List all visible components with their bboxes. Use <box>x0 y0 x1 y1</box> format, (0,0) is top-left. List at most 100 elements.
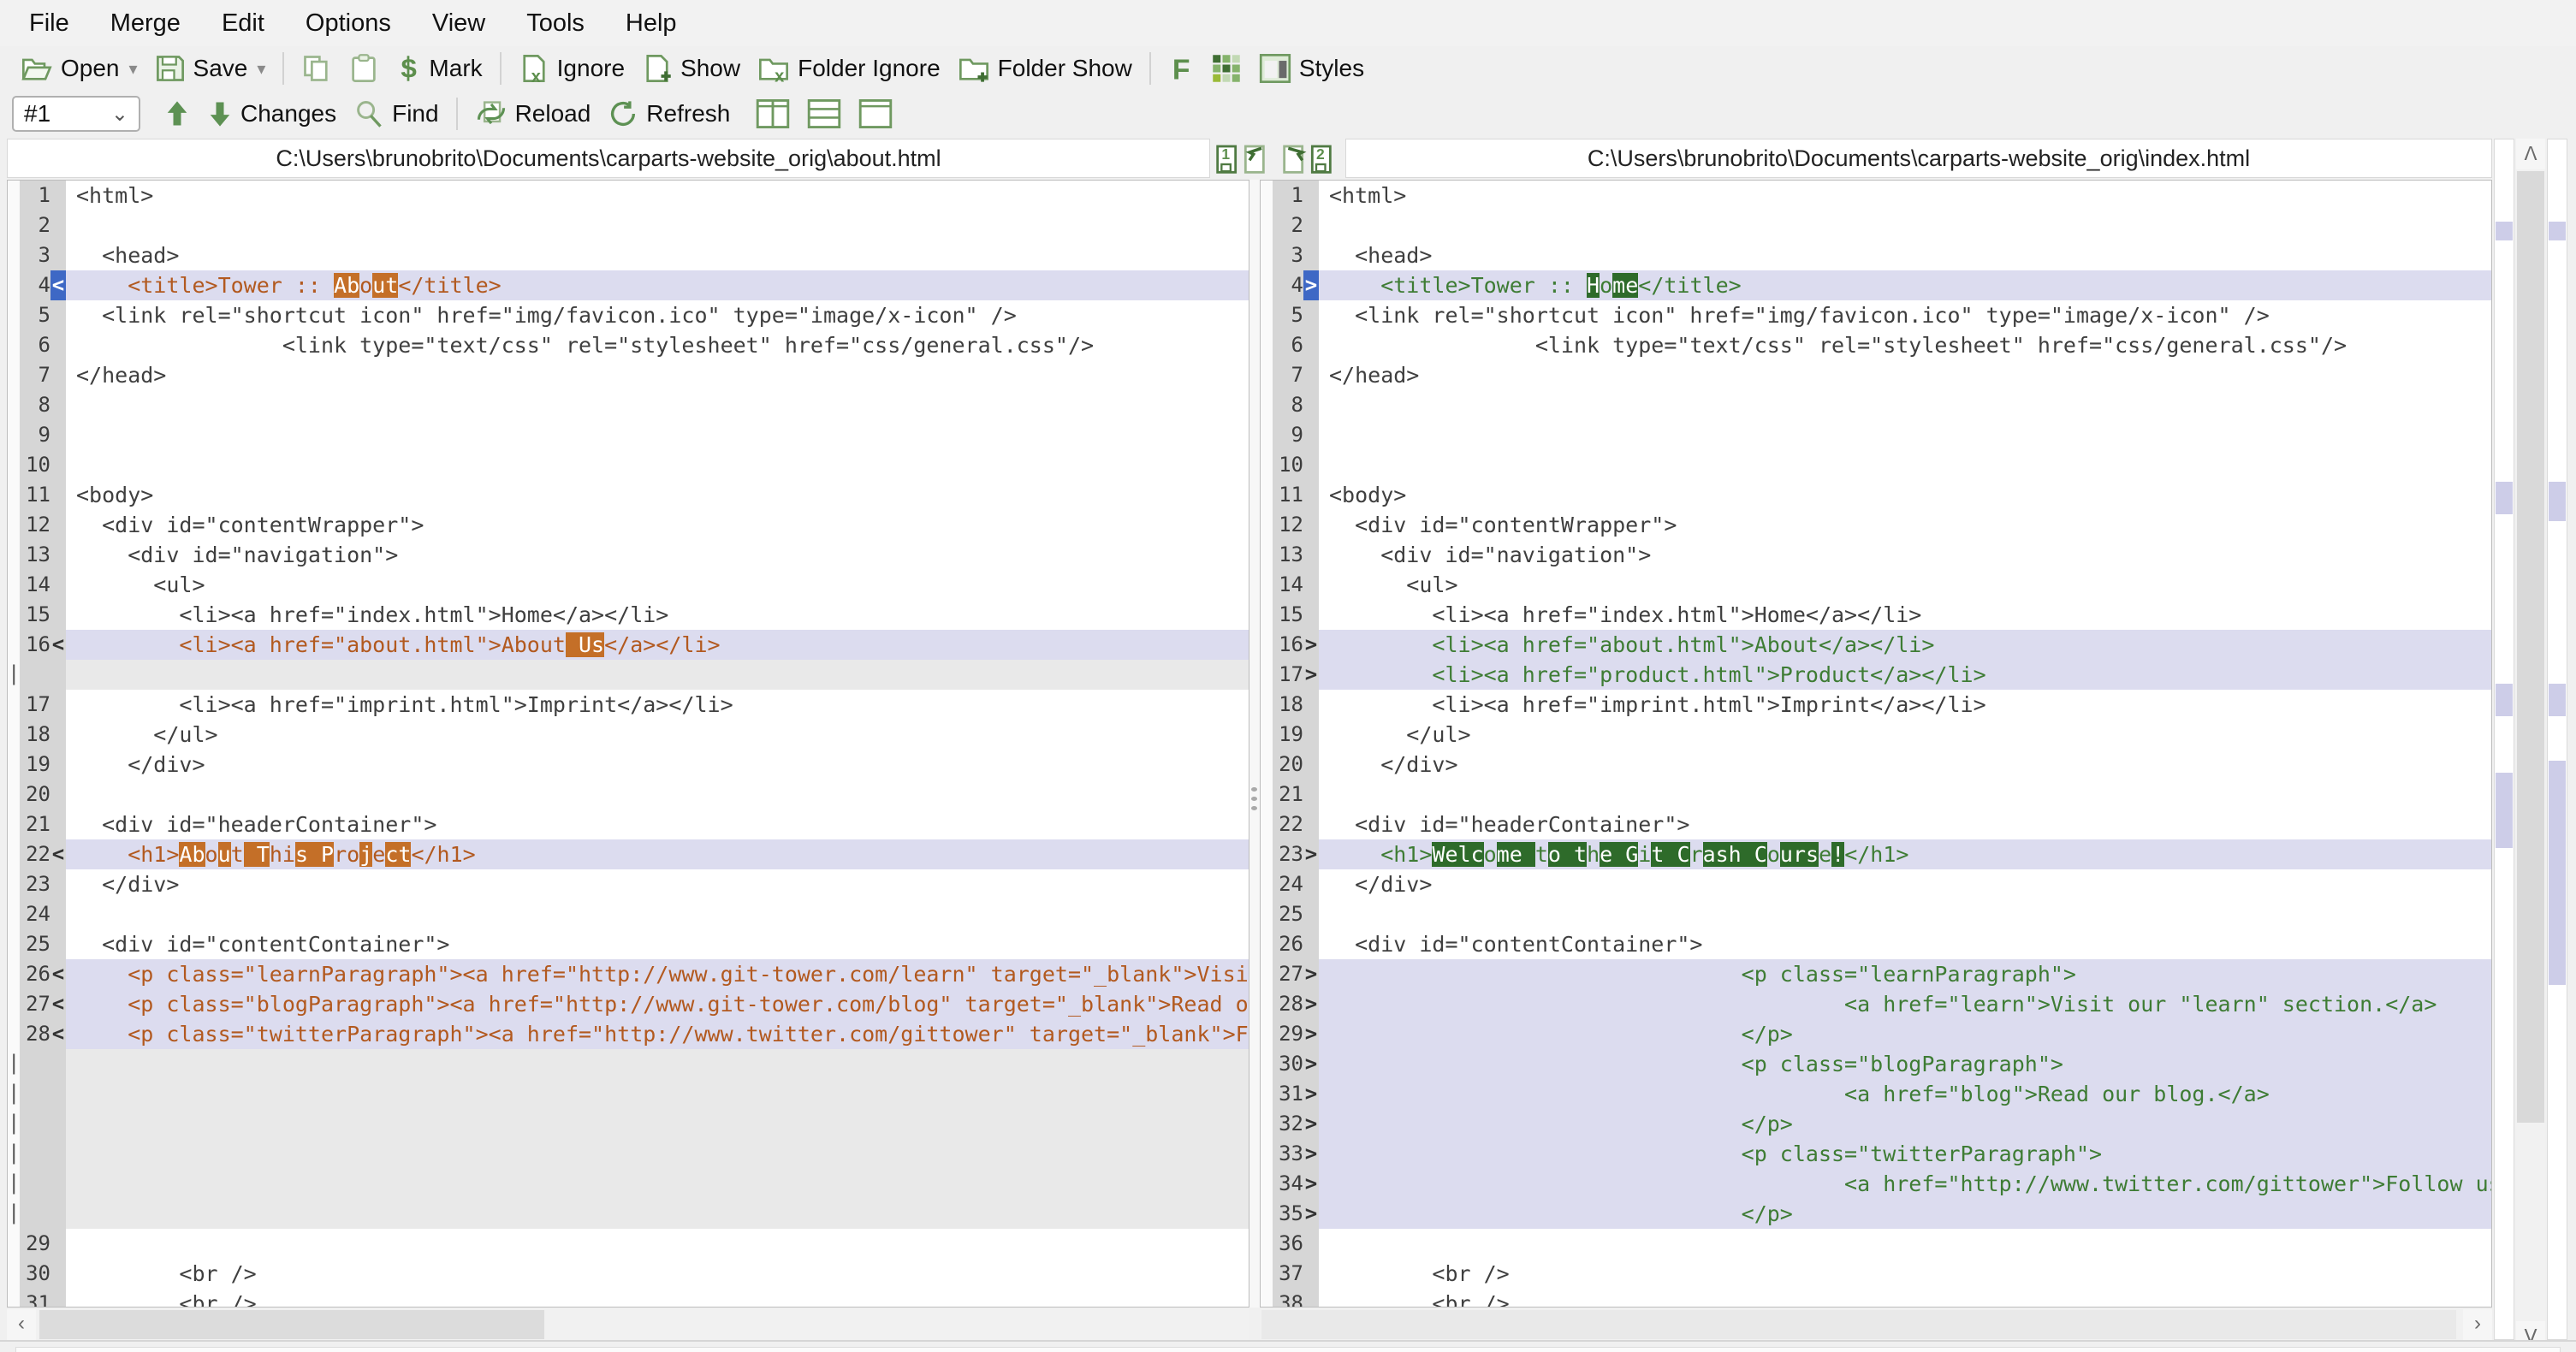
find-button[interactable]: Find <box>345 95 447 133</box>
code-line[interactable]: 22 <div id="headerContainer"> <box>1261 809 2491 839</box>
code-line[interactable]: 30 <br /> <box>8 1259 1249 1289</box>
code-line[interactable]: 22 < <h1>About This Project</h1> <box>8 839 1249 869</box>
code-line[interactable]: 12 <div id="contentWrapper"> <box>1261 510 2491 540</box>
location-pane-left-column[interactable] <box>2494 139 2514 1340</box>
show-button[interactable]: Show <box>633 50 749 87</box>
reload-button[interactable]: Reload <box>466 95 600 133</box>
code-line[interactable]: 21 <box>1261 780 2491 809</box>
copy-to-left-icon[interactable]: 1 <box>1215 140 1272 176</box>
code-line[interactable]: 7 </head> <box>1261 360 2491 390</box>
code-line[interactable]: 35 > </p> <box>1261 1199 2491 1229</box>
code-line[interactable]: 4 < <title>Tower :: About</title> <box>8 270 1249 300</box>
pane-splitter[interactable] <box>1249 180 1260 1308</box>
diff-gap-row[interactable]: | <box>8 660 1249 690</box>
code-line[interactable]: 8 <box>1261 390 2491 420</box>
menu-file[interactable]: File <box>9 4 90 43</box>
diff-gap-row[interactable]: | <box>8 1139 1249 1169</box>
code-line[interactable]: 8 <box>8 390 1249 420</box>
code-line[interactable]: 7 </head> <box>8 360 1249 390</box>
code-line[interactable]: 6 <link type="text/css" rel="stylesheet"… <box>8 330 1249 360</box>
code-line[interactable]: 38 <br /> <box>1261 1289 2491 1307</box>
left-horizontal-scrollbar-thumb[interactable] <box>39 1310 544 1339</box>
code-line[interactable]: 33 > <p class="twitterParagraph"> <box>1261 1139 2491 1169</box>
code-line[interactable]: 2 <box>8 211 1249 240</box>
diff-gap-row[interactable]: | <box>8 1049 1249 1079</box>
code-line[interactable]: 17 <li><a href="imprint.html">Imprint</a… <box>8 690 1249 720</box>
right-horizontal-scrollbar-thumb[interactable] <box>1261 1310 2456 1339</box>
code-line[interactable]: 20 </div> <box>1261 750 2491 780</box>
menu-tools[interactable]: Tools <box>506 4 605 43</box>
code-line[interactable]: 1 <html> <box>8 181 1249 211</box>
code-line[interactable]: 9 <box>8 420 1249 450</box>
folder-ignore-button[interactable]: x Folder Ignore <box>749 50 949 87</box>
vertical-scrollbar[interactable]: ᐱ ᐯ <box>2516 139 2545 1352</box>
mark-button[interactable]: S Mark <box>387 50 490 86</box>
diff-gap-row[interactable]: | <box>8 1109 1249 1139</box>
code-line[interactable]: 24 </div> <box>1261 869 2491 899</box>
code-line[interactable]: 10 <box>8 450 1249 480</box>
code-line[interactable]: 37 <br /> <box>1261 1259 2491 1289</box>
save-dropdown-caret[interactable]: ▾ <box>257 58 265 80</box>
diff-location-marker[interactable] <box>2496 684 2513 716</box>
code-line[interactable]: 17 > <li><a href="product.html">Product</… <box>1261 660 2491 690</box>
code-line[interactable]: 13 <div id="navigation"> <box>1261 540 2491 570</box>
code-line[interactable]: 2 <box>1261 211 2491 240</box>
previous-change-button[interactable] <box>156 95 199 133</box>
scroll-up-arrow-icon[interactable]: ᐱ <box>2516 139 2545 169</box>
code-line[interactable]: 11 <body> <box>8 480 1249 510</box>
diff-gap-row[interactable]: | <box>8 1169 1249 1199</box>
diff-location-marker[interactable] <box>2549 684 2566 716</box>
right-horizontal-scrollbar[interactable]: › <box>1260 1309 2492 1340</box>
diff-location-marker[interactable] <box>2549 761 2566 985</box>
refresh-button[interactable]: Refresh <box>599 95 739 133</box>
code-line[interactable]: 9 <box>1261 420 2491 450</box>
code-line[interactable]: 1 <html> <box>1261 181 2491 211</box>
code-line[interactable]: 25 <div id="contentContainer"> <box>8 929 1249 959</box>
diff-gap-row[interactable]: | <box>8 1199 1249 1229</box>
open-button[interactable]: Open ▾ <box>12 50 146 86</box>
left-horizontal-scrollbar[interactable]: ‹ <box>7 1309 1249 1340</box>
diff-location-marker[interactable] <box>2496 222 2513 240</box>
code-line[interactable]: 14 <ul> <box>1261 570 2491 600</box>
folder-show-button[interactable]: Folder Show <box>949 50 1141 87</box>
diff-gap-row[interactable]: | <box>8 1079 1249 1109</box>
code-line[interactable]: 26 < <p class="learnParagraph"><a href="h… <box>8 959 1249 989</box>
code-line[interactable]: 20 <box>8 780 1249 809</box>
styles-button[interactable]: Styles <box>1250 50 1373 87</box>
code-line[interactable]: 15 <li><a href="index.html">Home</a></li… <box>8 600 1249 630</box>
ignore-button[interactable]: x Ignore <box>510 50 633 87</box>
copy-to-right-icon[interactable]: 2 <box>1282 140 1338 176</box>
code-line[interactable]: 3 <head> <box>8 240 1249 270</box>
code-line[interactable]: 18 </ul> <box>8 720 1249 750</box>
code-line[interactable]: 5 <link rel="shortcut icon" href="img/fa… <box>8 300 1249 330</box>
code-line[interactable]: 28 > <a href="learn">Visit our "learn" se… <box>1261 989 2491 1019</box>
vertical-scrollbar-thumb[interactable] <box>2517 171 2544 1123</box>
code-line[interactable]: 31 <br /> <box>8 1289 1249 1307</box>
code-line[interactable]: 25 <box>1261 899 2491 929</box>
save-button[interactable]: Save ▾ <box>146 50 275 86</box>
code-line[interactable]: 19 </ul> <box>1261 720 2491 750</box>
code-line[interactable]: 15 <li><a href="index.html">Home</a></li… <box>1261 600 2491 630</box>
code-line[interactable]: 36 <box>1261 1229 2491 1259</box>
code-line[interactable]: 16 < <li><a href="about.html">About Us</a… <box>8 630 1249 660</box>
layout-horizontal-split-button[interactable] <box>798 95 850 133</box>
left-file-path-header[interactable]: C:\Users\brunobrito\Documents\carparts-w… <box>7 139 1210 178</box>
diff-location-marker[interactable] <box>2549 482 2566 521</box>
code-line[interactable]: 16 > <li><a href="about.html">About</a></… <box>1261 630 2491 660</box>
code-line[interactable]: 21 <div id="headerContainer"> <box>8 809 1249 839</box>
code-line[interactable]: 34 > <a href="http://www.twitter.com/gitt… <box>1261 1169 2491 1199</box>
menu-view[interactable]: View <box>412 4 506 43</box>
left-code-pane[interactable]: 1 <html> 2 3 <head> 4 < <title>Tower :: About… <box>7 180 1249 1308</box>
menu-edit[interactable]: Edit <box>201 4 285 43</box>
menu-merge[interactable]: Merge <box>90 4 201 43</box>
menu-help[interactable]: Help <box>605 4 697 43</box>
code-line[interactable]: 27 < <p class="blogParagraph"><a href="ht… <box>8 989 1249 1019</box>
code-line[interactable]: 24 <box>8 899 1249 929</box>
code-line[interactable]: 11 <body> <box>1261 480 2491 510</box>
right-file-path-header[interactable]: C:\Users\brunobrito\Documents\carparts-w… <box>1345 139 2492 178</box>
code-line[interactable]: 14 <ul> <box>8 570 1249 600</box>
code-line[interactable]: 32 > </p> <box>1261 1109 2491 1139</box>
code-line[interactable]: 26 <div id="contentContainer"> <box>1261 929 2491 959</box>
code-line[interactable]: 5 <link rel="shortcut icon" href="img/fa… <box>1261 300 2491 330</box>
copy-button[interactable] <box>293 50 341 87</box>
